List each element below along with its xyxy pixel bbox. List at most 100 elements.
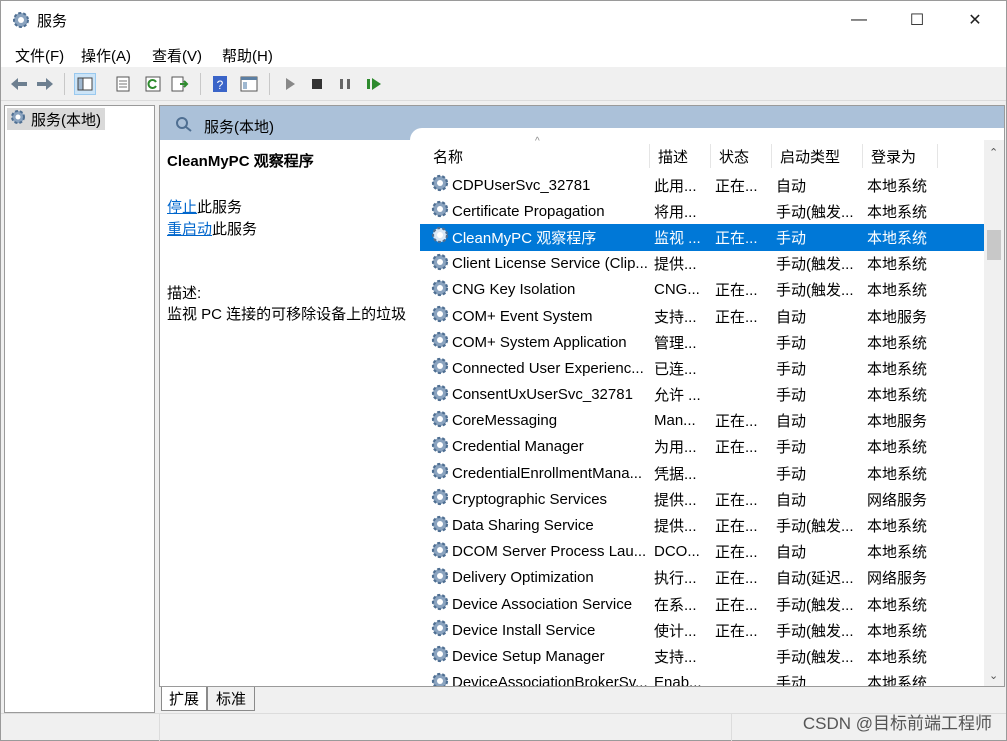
restart-service-icon[interactable]	[363, 73, 385, 95]
scroll-up-icon[interactable]: ⌃	[989, 146, 998, 159]
service-desc-cell: 在系...	[654, 596, 697, 614]
service-state-cell: 正在...	[715, 282, 758, 300]
column-startup-label: 启动类型	[780, 148, 841, 166]
service-name-cell: Device Install Service	[420, 618, 650, 642]
service-state-cell: 正在...	[715, 308, 758, 326]
help-icon[interactable]: ?	[209, 73, 231, 95]
sort-up-icon: ^	[535, 136, 540, 147]
table-row[interactable]: CleanMyPC 观察程序 监视 ... 正在... 手动 本地系统	[420, 224, 986, 251]
service-logon-cell: 本地系统	[867, 675, 928, 687]
service-startup-cell: 手动(触发...	[776, 622, 854, 640]
service-name: COM+ System Application	[452, 333, 627, 351]
service-startup-cell: 手动(触发...	[776, 256, 854, 274]
table-row[interactable]: CDPUserSvc_32781 此用... 正在... 自动 本地系统	[420, 172, 986, 198]
service-startup-cell: 手动	[776, 360, 807, 378]
minimize-button[interactable]: —	[830, 1, 888, 39]
service-gear-icon	[430, 618, 450, 642]
service-name: Device Setup Manager	[452, 647, 605, 665]
tab-standard[interactable]: 标准	[207, 687, 255, 711]
refresh-icon[interactable]	[142, 73, 164, 95]
service-startup-cell: 手动	[776, 439, 807, 457]
service-name: CDPUserSvc_32781	[452, 176, 591, 194]
service-state-cell: 正在...	[715, 622, 758, 640]
column-header-startup[interactable]: 启动类型	[772, 144, 863, 168]
service-logon-cell: 本地系统	[867, 596, 928, 614]
table-row[interactable]: Device Install Service 使计... 正在... 手动(触发...…	[420, 617, 986, 643]
show-tree-icon[interactable]	[74, 73, 96, 95]
service-name-cell: CredentialEnrollmentMana...	[420, 461, 650, 485]
service-desc-cell: DCO...	[654, 543, 700, 561]
service-desc-cell: 凭据...	[654, 465, 697, 483]
pause-service-icon[interactable]	[334, 73, 356, 95]
properties-icon[interactable]	[112, 73, 134, 95]
stop-service-link[interactable]: 停止	[167, 199, 197, 216]
menu-view[interactable]: 查看(V)	[152, 45, 202, 66]
table-row[interactable]: Client License Service (Clip... 提供... 手动(触…	[420, 251, 986, 277]
close-button[interactable]: ✕	[946, 1, 1004, 39]
service-name: CredentialEnrollmentMana...	[452, 464, 643, 482]
service-startup-cell: 手动	[776, 229, 807, 247]
stop-service-line: 停止此服务	[167, 196, 242, 217]
service-name: Certificate Propagation	[452, 202, 605, 220]
start-service-icon[interactable]	[279, 73, 301, 95]
table-row[interactable]: DCOM Server Process Lau... DCO... 正在... 自动 本…	[420, 539, 986, 565]
table-row[interactable]: CNG Key Isolation CNG... 正在... 手动(触发... 本地系统	[420, 277, 986, 303]
table-row[interactable]: Certificate Propagation 将用... 手动(触发... 本地系统	[420, 198, 986, 224]
service-logon-cell: 本地系统	[867, 360, 928, 378]
table-row[interactable]: COM+ Event System 支持... 正在... 自动 本地服务	[420, 303, 986, 329]
scroll-down-icon[interactable]: ⌄	[989, 669, 998, 682]
table-row[interactable]: ConsentUxUserSvc_32781 允许 ... 手动 本地系统	[420, 382, 986, 408]
service-name: Cryptographic Services	[452, 490, 608, 508]
service-logon-cell: 本地系统	[867, 229, 928, 247]
service-gear-icon	[430, 461, 450, 485]
back-arrow-icon[interactable]	[8, 73, 30, 95]
table-row[interactable]: COM+ System Application 管理... 手动 本地系统	[420, 329, 986, 355]
menu-file[interactable]: 文件(F)	[15, 45, 64, 66]
tree-item-services-local[interactable]: 服务(本地)	[7, 108, 105, 130]
maximize-button[interactable]: ☐	[888, 1, 946, 39]
service-desc-cell: 管理...	[654, 334, 697, 352]
service-state-cell: 正在...	[715, 491, 758, 509]
service-desc-cell: 将用...	[654, 203, 697, 221]
service-name-cell: ConsentUxUserSvc_32781	[420, 383, 650, 407]
service-startup-cell: 自动	[776, 413, 807, 431]
service-gear-icon	[430, 173, 450, 197]
menu-help[interactable]: 帮助(H)	[222, 45, 273, 66]
table-row[interactable]: Delivery Optimization 执行... 正在... 自动(延迟... 网…	[420, 565, 986, 591]
service-desc-cell: 提供...	[654, 256, 697, 274]
service-logon-cell: 网络服务	[867, 491, 928, 509]
service-startup-cell: 手动(触发...	[776, 282, 854, 300]
service-logon-cell: 本地系统	[867, 177, 928, 195]
restart-service-link[interactable]: 重启动	[167, 221, 212, 238]
table-row[interactable]: Device Setup Manager 支持... 手动(触发... 本地系统	[420, 643, 986, 669]
column-name-label: 名称	[433, 148, 464, 166]
export-list-icon[interactable]	[169, 73, 191, 95]
service-gear-icon	[430, 199, 450, 223]
table-row[interactable]: Connected User Experienc... 已连... 手动 本地系统	[420, 355, 986, 381]
console-icon[interactable]	[238, 73, 260, 95]
tab-extended[interactable]: 扩展	[161, 687, 207, 711]
column-header-logon[interactable]: 登录为	[863, 144, 938, 168]
vertical-scrollbar[interactable]: ⌃ ⌄	[984, 140, 1004, 686]
table-row[interactable]: CredentialEnrollmentMana... 凭据... 手动 本地系统	[420, 460, 986, 486]
scrollbar-thumb[interactable]	[987, 230, 1001, 260]
table-row[interactable]: Data Sharing Service 提供... 正在... 手动(触发... 本地…	[420, 512, 986, 538]
table-row[interactable]: CoreMessaging Man... 正在... 自动 本地服务	[420, 408, 986, 434]
column-header-name[interactable]: 名称 ^	[420, 136, 650, 168]
service-logon-cell: 本地系统	[867, 203, 928, 221]
tree-item-label: 服务(本地)	[31, 111, 101, 129]
service-name-cell: DCOM Server Process Lau...	[420, 540, 650, 564]
service-startup-cell: 自动	[776, 491, 807, 509]
stop-service-icon[interactable]	[306, 73, 328, 95]
service-logon-cell: 本地服务	[867, 308, 928, 326]
table-row[interactable]: Credential Manager 为用... 正在... 手动 本地系统	[420, 434, 986, 460]
table-row[interactable]: DeviceAssociationBrokerSv... Enab... 手动 本地系…	[420, 670, 986, 687]
service-name-cell: Credential Manager	[420, 435, 650, 459]
table-row[interactable]: Device Association Service 在系... 正在... 手动(触…	[420, 591, 986, 617]
column-header-state[interactable]: 状态	[711, 144, 772, 168]
column-header-desc[interactable]: 描述	[650, 144, 711, 168]
forward-arrow-icon[interactable]	[34, 73, 56, 95]
service-gear-icon	[430, 592, 450, 616]
table-row[interactable]: Cryptographic Services 提供... 正在... 自动 网络服务	[420, 486, 986, 512]
menu-action[interactable]: 操作(A)	[81, 45, 131, 66]
